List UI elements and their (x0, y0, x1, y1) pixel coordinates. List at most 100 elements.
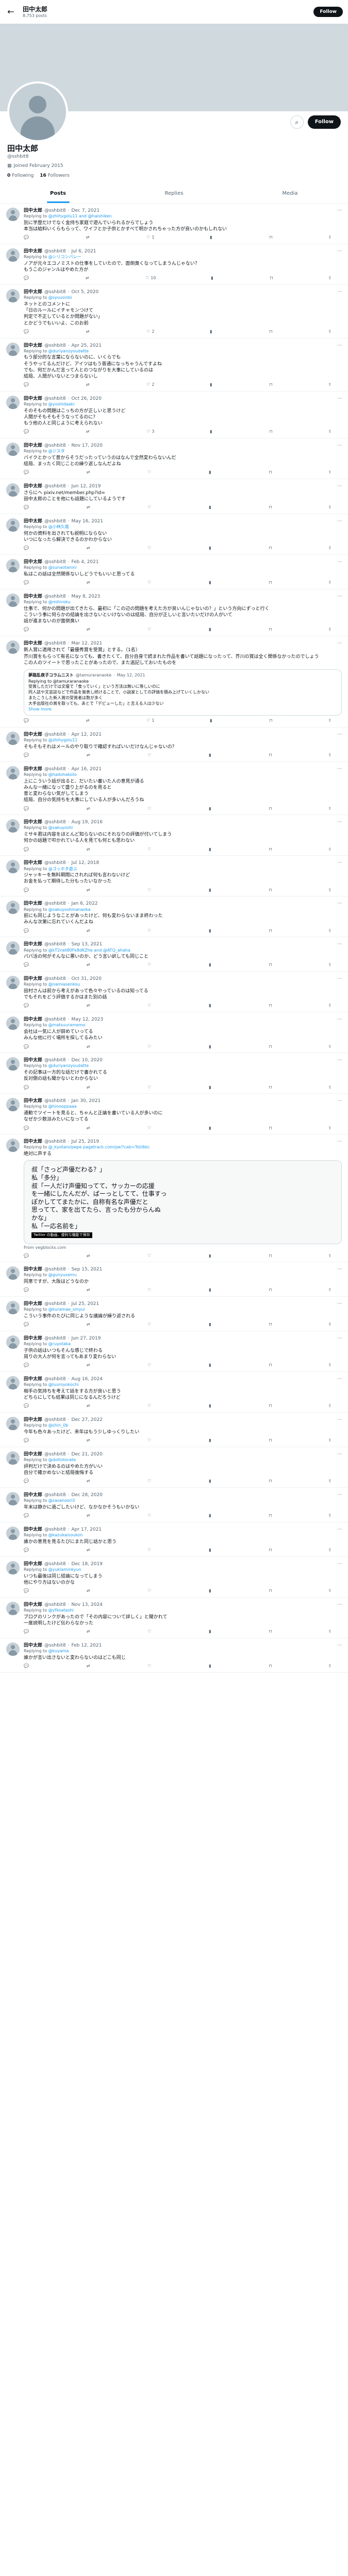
more-icon[interactable]: ··· (337, 1266, 342, 1273)
views-button[interactable]: ▮ (210, 718, 213, 724)
following-link[interactable]: 0 Following (7, 173, 34, 179)
more-icon[interactable]: ··· (337, 559, 342, 565)
tweet-date[interactable]: Oct 31, 2020 (71, 976, 102, 982)
tweet-author-name[interactable]: 田中太郎 (24, 941, 42, 947)
share-icon[interactable]: ⇪ (328, 546, 332, 551)
views-button[interactable]: ▮ (209, 1479, 212, 1484)
share-icon[interactable]: ⇪ (328, 1629, 332, 1635)
reply-to-handle[interactable]: @luuroyokochi (48, 1382, 79, 1387)
repost-button[interactable]: ⇄ (87, 1044, 92, 1050)
tweet-date[interactable]: Oct 5, 2020 (71, 289, 98, 295)
repost-button[interactable]: ⇄ (87, 847, 92, 853)
tweet[interactable]: 田中太郎 @sshbit8 · Dec 27, 2022 ··· Replying to … (0, 1413, 348, 1447)
share-icon[interactable]: ⇪ (328, 1513, 332, 1519)
reply-button[interactable]: 💬 (24, 1322, 30, 1328)
tweet-author-handle[interactable]: @sshbit8 (44, 396, 66, 402)
avatar[interactable] (6, 1266, 20, 1280)
bookmark-icon[interactable]: ⊓ (269, 627, 272, 633)
tweet-author-name[interactable]: 田中太郎 (24, 1098, 42, 1104)
reply-to-handle[interactable]: @yfkoatashi (48, 1608, 74, 1613)
avatar[interactable] (6, 208, 20, 222)
views-button[interactable]: ▮ (210, 329, 213, 335)
repost-button[interactable]: ⇄ (87, 1548, 92, 1553)
tweet-date[interactable]: May 8, 2023 (71, 594, 100, 600)
repost-button[interactable]: ⇄ (87, 1126, 92, 1131)
avatar[interactable] (6, 395, 20, 409)
tweet-author-name[interactable]: 田中太郎 (24, 860, 42, 866)
repost-button[interactable]: ⇄ (87, 806, 92, 812)
avatar[interactable] (6, 1016, 20, 1030)
like-button[interactable]: ♡ (147, 580, 153, 586)
share-icon[interactable]: ⇪ (328, 1588, 332, 1594)
share-icon[interactable]: ⇪ (328, 627, 332, 633)
reply-to-handle[interactable]: @sunaotanini (48, 565, 77, 570)
tweet-author-name[interactable]: 田中太郎 (24, 518, 42, 524)
tweet-date[interactable]: Jun 27, 2019 (71, 1335, 101, 1342)
bookmark-icon[interactable]: ⊓ (269, 847, 272, 853)
reply-button[interactable]: 💬 (24, 1126, 30, 1131)
tab-replies[interactable]: Replies (116, 184, 232, 204)
repost-button[interactable]: ⇄ (87, 928, 92, 934)
bookmark-icon[interactable]: ⊓ (269, 1588, 272, 1594)
reply-to-handle[interactable]: @yoshidaaki (48, 402, 75, 406)
tweet[interactable]: 田中太郎 @sshbit8 · Nov 13, 2024 ··· Replying to … (0, 1598, 348, 1638)
more-icon[interactable]: ··· (337, 1016, 342, 1023)
bookmark-icon[interactable]: ⊓ (269, 888, 272, 893)
tab-posts[interactable]: Posts (0, 184, 116, 204)
views-button[interactable]: ▮ (209, 1403, 212, 1409)
avatar[interactable] (6, 483, 20, 497)
like-button[interactable]: ♡ (147, 627, 153, 633)
reply-to-handle[interactable]: @yuklaminkyun (48, 1567, 81, 1572)
tweet-author-handle[interactable]: @sshbit8 (44, 1561, 66, 1567)
avatar[interactable] (6, 1057, 20, 1071)
avatar[interactable] (6, 941, 20, 955)
tweet-author-handle[interactable]: @sshbit8 (44, 518, 66, 524)
share-icon[interactable]: ⇪ (328, 1664, 332, 1669)
reply-button[interactable]: 💬 (24, 429, 30, 435)
tweet-author-handle[interactable]: @sshbit8 (44, 1376, 66, 1382)
more-icon[interactable]: ··· (337, 396, 342, 402)
share-icon[interactable]: ⇪ (328, 928, 332, 934)
views-button[interactable]: ▮ (209, 505, 212, 511)
tweet-date[interactable]: Jul 6, 2021 (71, 248, 96, 255)
tweet[interactable]: 田中太郎 @sshbit8 · Mar 12, 2021 ··· 新人賞に適用されて「最優… (0, 636, 348, 728)
tweet-author-handle[interactable]: @sshbit8 (44, 594, 66, 600)
reply-button[interactable]: 💬 (24, 580, 30, 586)
tweet-author-name[interactable]: 田中太郎 (24, 396, 42, 402)
tweet[interactable]: 田中太郎 @sshbit8 · Jun 12, 2019 ··· さらにヘ pixiv.n… (0, 479, 348, 515)
like-button[interactable]: ♡ (147, 847, 153, 853)
like-button[interactable]: ♡ (147, 888, 153, 893)
tweet-date[interactable]: Feb 4, 2021 (71, 559, 98, 565)
bookmark-icon[interactable]: ⊓ (269, 718, 272, 724)
tweet[interactable]: 田中太郎 @sshbit8 · Feb 4, 2021 ··· Replying to @… (0, 555, 348, 590)
reply-button[interactable]: 💬 (24, 1479, 30, 1484)
repost-button[interactable]: ⇄ (87, 1588, 92, 1594)
views-button[interactable]: ▮ (209, 962, 212, 968)
repost-button[interactable]: ⇄ (87, 1513, 92, 1519)
reply-button[interactable]: 💬 (24, 806, 30, 812)
avatar[interactable] (6, 442, 20, 456)
share-icon[interactable]: ⇪ (328, 1322, 332, 1328)
reply-button[interactable]: 💬 (24, 962, 30, 968)
like-button[interactable]: ♡ (147, 470, 153, 476)
avatar[interactable] (6, 640, 20, 654)
share-icon[interactable]: ⇪ (328, 753, 332, 758)
tweet-date[interactable]: Feb 12, 2021 (71, 1642, 102, 1649)
avatar[interactable] (6, 1492, 20, 1506)
tweet-author-name[interactable]: 田中太郎 (24, 483, 42, 489)
reply-button[interactable]: 💬 (24, 1548, 30, 1553)
views-button[interactable]: ▮ (209, 1322, 212, 1328)
avatar[interactable] (6, 732, 20, 745)
avatar[interactable] (6, 248, 20, 262)
tweet[interactable]: 田中太郎 @sshbit8 · Apr 16, 2021 ··· Replying to … (0, 762, 348, 816)
tweet-author-handle[interactable]: @sshbit8 (44, 1139, 66, 1145)
tweet-author-name[interactable]: 田中太郎 (24, 1602, 42, 1608)
tweet-date[interactable]: May 16, 2021 (71, 518, 103, 524)
reply-to-handle[interactable]: @zhihygolu11 (48, 738, 78, 742)
tweet-date[interactable]: Apr 12, 2021 (71, 732, 102, 738)
tweet[interactable]: 田中太郎 @sshbit8 · Aug 19, 2016 ··· Replying to … (0, 815, 348, 856)
reply-button[interactable]: 💬 (24, 1513, 30, 1519)
reply-to-handle[interactable]: @gunyusemu (48, 1273, 77, 1277)
more-icon[interactable]: ··· (337, 1602, 342, 1608)
tweet-author-handle[interactable]: @sshbit8 (44, 1016, 66, 1023)
